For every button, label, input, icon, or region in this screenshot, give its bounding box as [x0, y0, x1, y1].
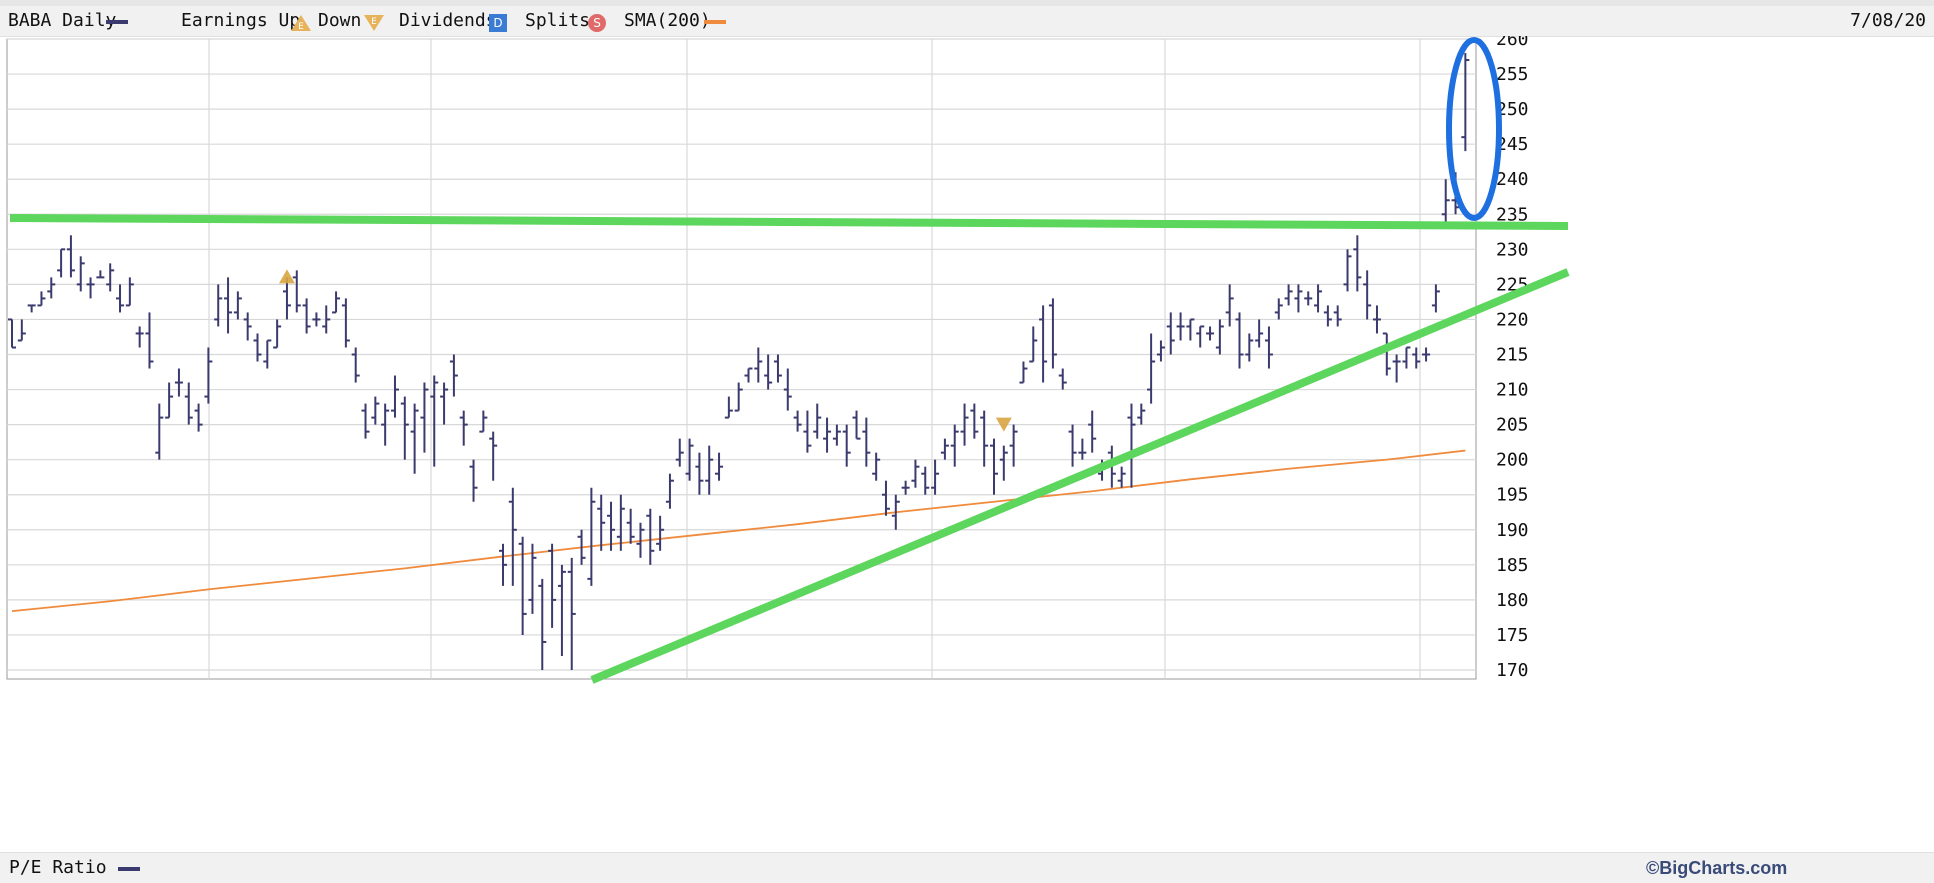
y-tick-label: 175: [1496, 625, 1529, 646]
earnings-up-icon: E: [291, 15, 311, 32]
earnings-up-label: Earnings Up: [181, 10, 301, 31]
sma-label: SMA(200): [624, 10, 711, 31]
chart-legend-bar: BABA Daily Earnings Up E Down E Dividend…: [0, 6, 1934, 37]
dividends-icon: D: [489, 14, 507, 32]
y-tick-label: 185: [1496, 555, 1529, 576]
price-series-swatch: [106, 20, 128, 24]
y-tick-label: 240: [1496, 169, 1529, 190]
svg-text:E: E: [371, 17, 377, 27]
splits-label: Splits: [525, 10, 591, 31]
price-chart: 2602552502452402352302252202152102052001…: [6, 36, 1570, 684]
plot-area: [6, 38, 1477, 680]
splits-icon: S: [588, 14, 606, 32]
y-tick-label: 210: [1496, 380, 1529, 401]
svg-text:E: E: [298, 22, 304, 32]
sma-swatch: [704, 20, 726, 24]
y-tick-label: 220: [1496, 309, 1529, 330]
y-tick-label: 195: [1496, 485, 1529, 506]
y-tick-label: 170: [1496, 660, 1529, 681]
pe-ratio-panel: P/E Ratio ©BigCharts.com: [0, 852, 1934, 883]
symbol-label: BABA Daily: [8, 10, 117, 31]
pe-ratio-swatch: [118, 867, 140, 871]
earnings-down-label: Down: [318, 10, 362, 31]
y-tick-label: 260: [1496, 36, 1529, 50]
copyright: ©BigCharts.com: [1646, 858, 1788, 878]
dividends-label: Dividends: [399, 10, 497, 31]
y-tick-label: 205: [1496, 415, 1529, 436]
y-tick-label: 190: [1496, 520, 1529, 541]
y-tick-label: 230: [1496, 239, 1529, 260]
pe-ratio-label: P/E Ratio: [9, 857, 107, 878]
y-tick-label: 215: [1496, 345, 1529, 366]
chart-date: 7/08/20: [1850, 10, 1926, 31]
y-tick-label: 255: [1496, 64, 1529, 85]
earnings-down-icon: E: [364, 15, 384, 31]
y-tick-label: 200: [1496, 450, 1529, 471]
y-tick-label: 180: [1496, 590, 1529, 611]
